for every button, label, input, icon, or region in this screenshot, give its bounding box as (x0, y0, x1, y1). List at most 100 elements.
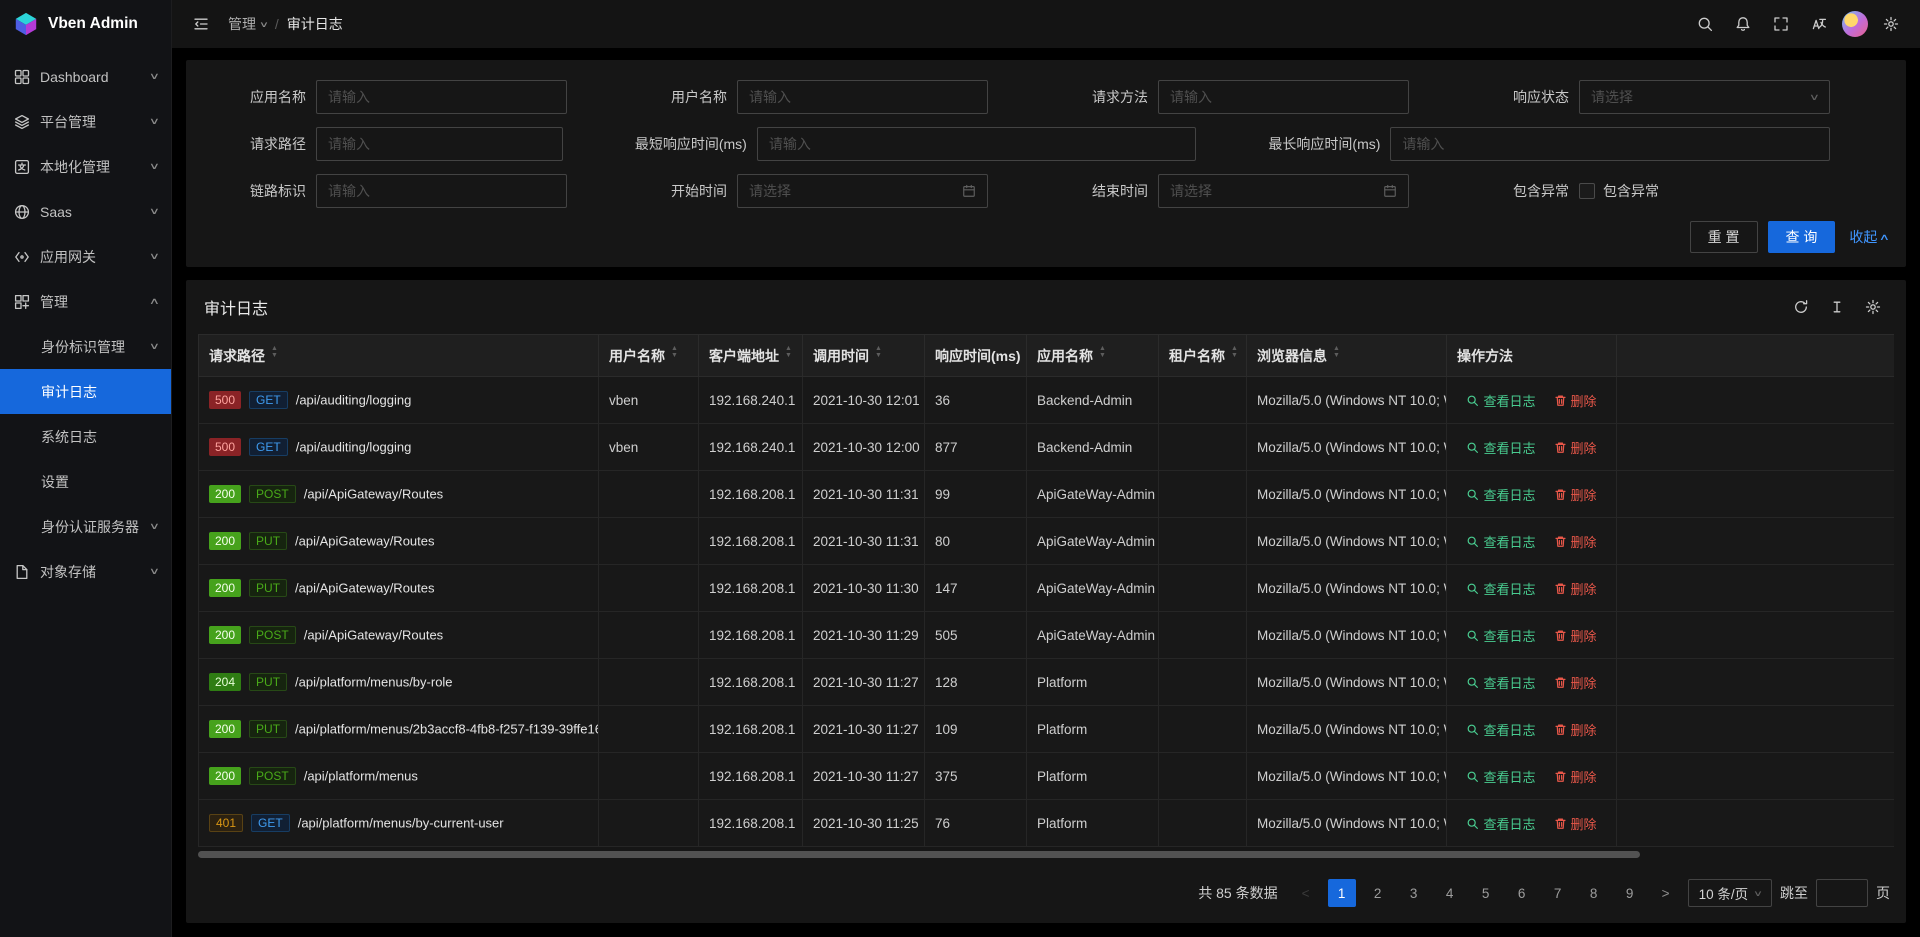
search-button[interactable]: 查 询 (1768, 221, 1836, 253)
sidebar-item-admin[interactable]: 管理∧ (0, 279, 171, 324)
view-log-button[interactable]: 查看日志 (1466, 814, 1535, 833)
delete-button[interactable]: 删除 (1554, 438, 1597, 457)
request-method-input[interactable] (1158, 80, 1409, 114)
locale-icon[interactable] (1804, 9, 1834, 39)
app-name-text-input[interactable] (328, 81, 555, 113)
cell-client-address: 192.168.208.1 (699, 659, 803, 706)
column-header-path[interactable]: 请求路径▲▼ (199, 335, 599, 377)
sidebar-item-system-log[interactable]: 系统日志 (0, 414, 171, 459)
cell-client-address: 192.168.208.1 (699, 753, 803, 800)
view-log-button[interactable]: 查看日志 (1466, 626, 1535, 645)
refresh-icon[interactable] (1786, 292, 1816, 322)
column-header-tenant[interactable]: 租户名称▲▼ (1159, 335, 1247, 377)
view-log-button[interactable]: 查看日志 (1466, 391, 1535, 410)
min-response-time-text-input[interactable] (769, 128, 1185, 160)
breadcrumb-root[interactable]: 管理 ∨ (228, 14, 267, 34)
max-response-time-text-input[interactable] (1402, 128, 1818, 160)
sidebar-fold-icon[interactable] (186, 9, 216, 39)
delete-button[interactable]: 删除 (1554, 485, 1597, 504)
page-button-4[interactable]: 4 (1436, 879, 1464, 907)
sidebar-item-auth-server[interactable]: 身份认证服务器∨ (0, 504, 171, 549)
scrollbar-thumb[interactable] (198, 851, 1640, 858)
request-path-input[interactable] (316, 127, 563, 161)
column-header-time[interactable]: 调用时间▲▼ (803, 335, 925, 377)
page-button-6[interactable]: 6 (1508, 879, 1536, 907)
request-method-text-input[interactable] (1170, 81, 1397, 113)
page-button-3[interactable]: 3 (1400, 879, 1428, 907)
table-settings-icon[interactable] (1858, 292, 1888, 322)
view-log-button[interactable]: 查看日志 (1466, 579, 1535, 598)
status-badge: 500 (209, 438, 241, 456)
topbar-actions (1690, 9, 1906, 39)
cell-call-time: 2021-10-30 11:27 (803, 753, 925, 800)
column-header-duration[interactable]: 响应时间(ms)▲▼ (925, 335, 1027, 377)
sidebar-item-dashboard[interactable]: Dashboard∨ (0, 54, 171, 99)
start-time-date-picker[interactable]: 请选择 (737, 174, 988, 208)
view-log-button[interactable]: 查看日志 (1466, 438, 1535, 457)
cell-response-time: 76 (925, 800, 1027, 847)
delete-button[interactable]: 删除 (1554, 814, 1597, 833)
user-name-input[interactable] (737, 80, 988, 114)
max-response-time-input[interactable] (1390, 127, 1830, 161)
sidebar-item-settings[interactable]: 设置 (0, 459, 171, 504)
app-logo[interactable]: Vben Admin (0, 0, 171, 48)
page-button-9[interactable]: 9 (1616, 879, 1644, 907)
page-button-5[interactable]: 5 (1472, 879, 1500, 907)
sidebar-item-app-gateway[interactable]: 应用网关∨ (0, 234, 171, 279)
delete-button[interactable]: 删除 (1554, 579, 1597, 598)
view-log-button[interactable]: 查看日志 (1466, 532, 1535, 551)
horizontal-scrollbar[interactable] (198, 850, 1894, 859)
sidebar-item-label: 系统日志 (41, 427, 158, 447)
sidebar-item-audit-log[interactable]: 审计日志 (0, 369, 171, 414)
checkbox-box[interactable] (1579, 183, 1595, 199)
view-log-button[interactable]: 查看日志 (1466, 720, 1535, 739)
filler-cell (1617, 706, 1895, 753)
page-button-7[interactable]: 7 (1544, 879, 1572, 907)
delete-button[interactable]: 删除 (1554, 532, 1597, 551)
sidebar-item-platform[interactable]: 平台管理∨ (0, 99, 171, 144)
settings-icon[interactable] (1876, 9, 1906, 39)
app-name-input[interactable] (316, 80, 567, 114)
fullscreen-icon[interactable] (1766, 9, 1796, 39)
min-response-time-input[interactable] (757, 127, 1197, 161)
page-button-1[interactable]: 1 (1328, 879, 1356, 907)
trace-id-input[interactable] (316, 174, 567, 208)
user-name-text-input[interactable] (749, 81, 976, 113)
has-exception-checkbox[interactable]: 包含异常 (1579, 181, 1659, 201)
delete-button[interactable]: 删除 (1554, 391, 1597, 410)
sidebar-item-localization[interactable]: 本地化管理∨ (0, 144, 171, 189)
search-icon[interactable] (1690, 9, 1720, 39)
sidebar-item-object-storage[interactable]: 对象存储∨ (0, 549, 171, 594)
page-button-8[interactable]: 8 (1580, 879, 1608, 907)
sidebar-item-label: 身份标识管理 (41, 337, 141, 357)
delete-button[interactable]: 删除 (1554, 720, 1597, 739)
column-header-app[interactable]: 应用名称▲▼ (1027, 335, 1159, 377)
sidebar-item-identity-management[interactable]: 身份标识管理∨ (0, 324, 171, 369)
table-size-icon[interactable] (1822, 292, 1852, 322)
user-avatar[interactable] (1842, 11, 1868, 37)
next-page-button[interactable]: > (1652, 879, 1680, 907)
trace-id-text-input[interactable] (328, 175, 555, 207)
delete-button[interactable]: 删除 (1554, 673, 1597, 692)
reset-button[interactable]: 重 置 (1690, 221, 1758, 253)
delete-button[interactable]: 删除 (1554, 767, 1597, 786)
page-button-2[interactable]: 2 (1364, 879, 1392, 907)
column-header-client[interactable]: 客户端地址▲▼ (699, 335, 803, 377)
page-size-select[interactable]: 10 条/页 ∨ (1688, 879, 1772, 907)
saas-icon (13, 203, 30, 220)
view-log-button[interactable]: 查看日志 (1466, 485, 1535, 504)
prev-page-button[interactable]: < (1292, 879, 1320, 907)
view-log-button[interactable]: 查看日志 (1466, 767, 1535, 786)
column-header-user[interactable]: 用户名称▲▼ (599, 335, 699, 377)
jump-page-input[interactable] (1816, 879, 1868, 907)
column-header-browser[interactable]: 浏览器信息▲▼ (1247, 335, 1447, 377)
delete-button[interactable]: 删除 (1554, 626, 1597, 645)
cell-call-time: 2021-10-30 11:25 (803, 800, 925, 847)
view-log-button[interactable]: 查看日志 (1466, 673, 1535, 692)
end-time-date-picker[interactable]: 请选择 (1158, 174, 1409, 208)
response-status-select[interactable]: 请选择∨ (1579, 80, 1830, 114)
bell-icon[interactable] (1728, 9, 1758, 39)
collapse-filter-link[interactable]: 收起 ∧ (1849, 227, 1888, 247)
sidebar-item-saas[interactable]: Saas∨ (0, 189, 171, 234)
request-path-text-input[interactable] (328, 128, 551, 160)
